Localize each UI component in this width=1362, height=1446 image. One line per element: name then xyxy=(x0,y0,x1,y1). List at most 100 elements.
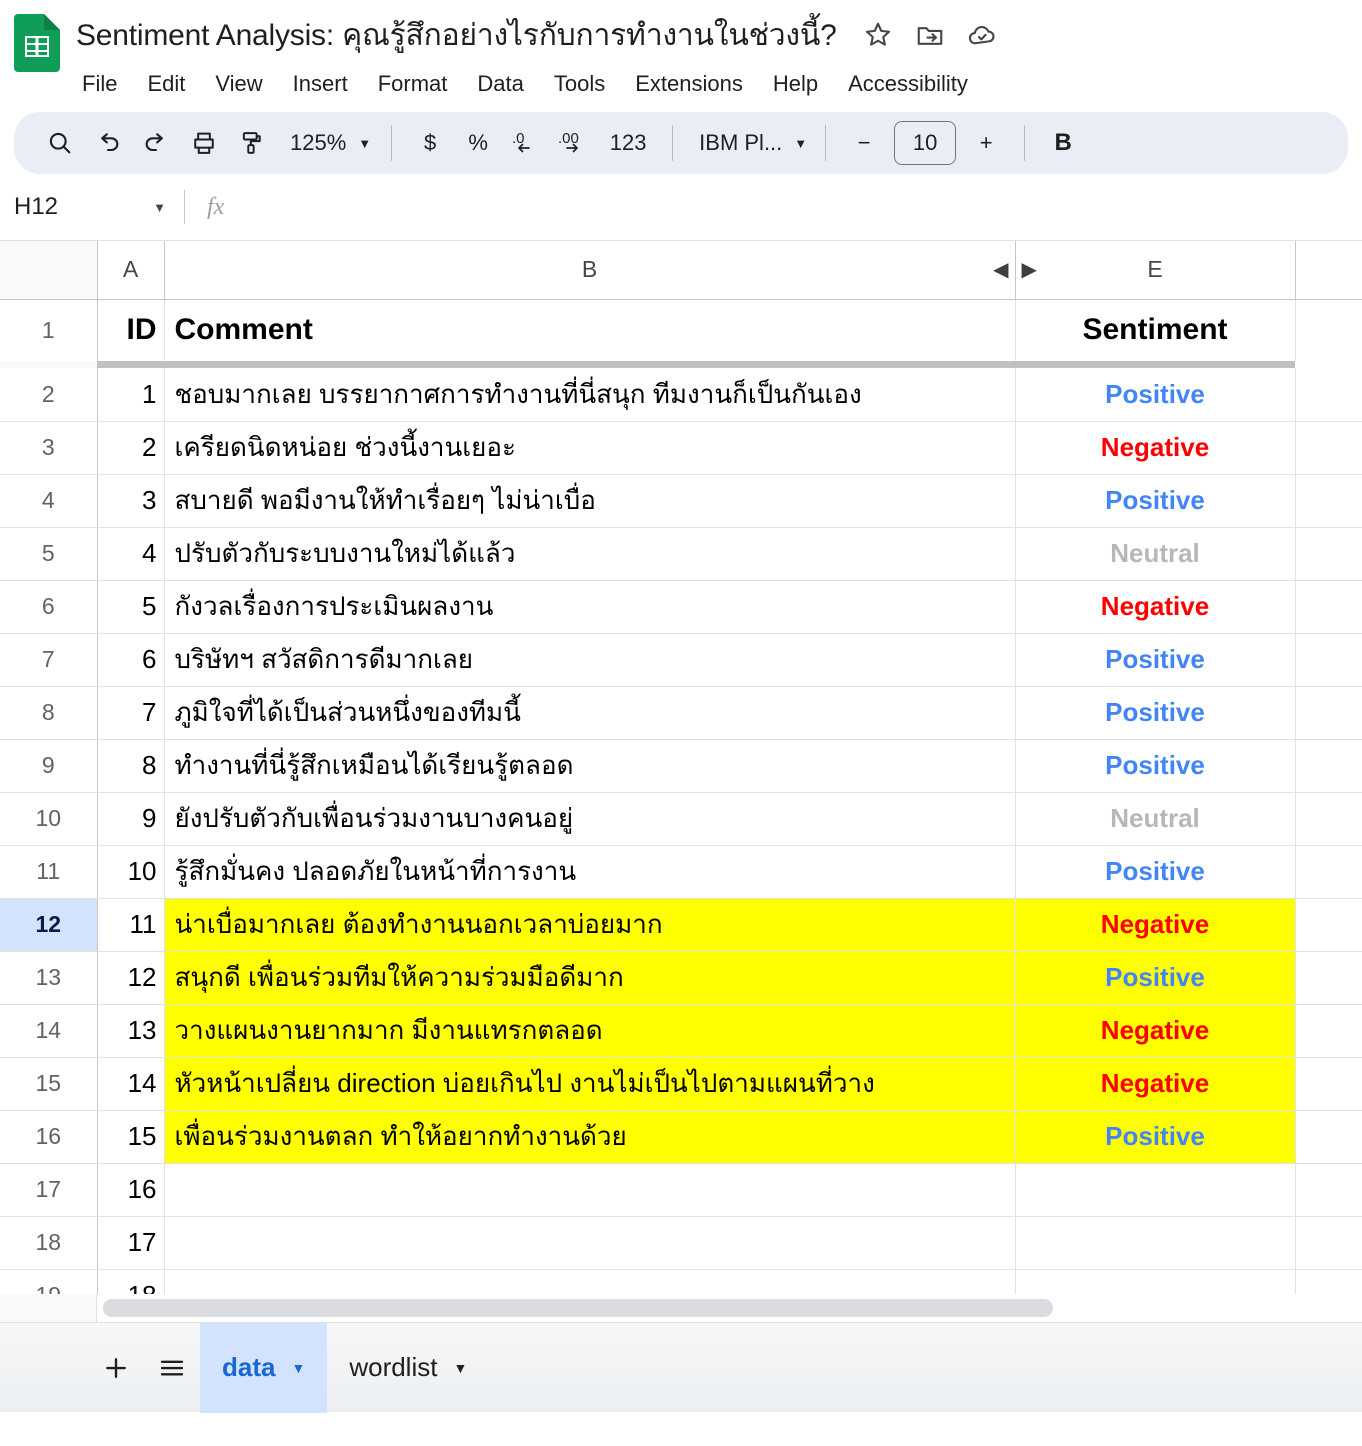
cell-b15-comment[interactable]: หัวหน้าเปลี่ยน direction บ่อยเกินไป งานไ… xyxy=(164,1057,1016,1111)
cell-e3-sentiment[interactable]: Negative xyxy=(1015,421,1296,475)
more-formats-button[interactable]: 123 xyxy=(598,119,658,167)
select-all-corner[interactable] xyxy=(0,241,98,300)
cell-a3-id[interactable]: 2 xyxy=(97,421,165,475)
cell-e18-sentiment[interactable] xyxy=(1015,1216,1296,1270)
font-size-input[interactable]: 10 xyxy=(894,121,957,165)
cell-a8-id[interactable]: 7 xyxy=(97,686,165,740)
column-header-a[interactable]: A xyxy=(97,241,165,300)
search-button[interactable] xyxy=(36,119,84,167)
cell-b9-comment[interactable]: ทำงานที่นี่รู้สึกเหมือนได้เรียนรู้ตลอด xyxy=(164,739,1016,793)
cell-e4-sentiment[interactable]: Positive xyxy=(1015,474,1296,528)
chevron-down-icon[interactable]: ▼ xyxy=(453,1361,467,1375)
cell-b14-comment[interactable]: วางแผนงานยากมาก มีงานแทรกตลอด xyxy=(164,1004,1016,1058)
paint-format-button[interactable] xyxy=(228,119,276,167)
document-title[interactable]: Sentiment Analysis: คุณรู้สึกอย่างไรกับก… xyxy=(76,12,837,59)
menu-item-tools[interactable]: Tools xyxy=(539,67,620,101)
row-header-11[interactable]: 11 xyxy=(0,845,98,899)
print-button[interactable] xyxy=(180,119,228,167)
cell-b3-comment[interactable]: เครียดนิดหน่อย ช่วงนี้งานเยอะ xyxy=(164,421,1016,475)
expand-right-arrow-icon[interactable]: ▶ xyxy=(1022,260,1037,280)
cell-a6-id[interactable]: 5 xyxy=(97,580,165,634)
cell-b2-comment[interactable]: ชอบมากเลย บรรยากาศการทำงานที่นี่สนุก ทีม… xyxy=(164,368,1016,422)
row-header-4[interactable]: 4 xyxy=(0,474,98,528)
cell-a16-id[interactable]: 15 xyxy=(97,1110,165,1164)
decrease-font-size-button[interactable]: − xyxy=(840,119,888,167)
row-header-8[interactable]: 8 xyxy=(0,686,98,740)
row-header-1[interactable]: 1 xyxy=(0,299,98,361)
menu-item-format[interactable]: Format xyxy=(363,67,463,101)
sheet-tab-wordlist[interactable]: wordlist ▼ xyxy=(327,1323,489,1413)
decrease-decimal-button[interactable]: .0 xyxy=(502,119,550,167)
cell-e10-sentiment[interactable]: Neutral xyxy=(1015,792,1296,846)
row-header-5[interactable]: 5 xyxy=(0,527,98,581)
cell-b6-comment[interactable]: กังวลเรื่องการประเมินผลงาน xyxy=(164,580,1016,634)
cell-a7-id[interactable]: 6 xyxy=(97,633,165,687)
cell-b17-comment[interactable] xyxy=(164,1163,1016,1217)
cell-b18-comment[interactable] xyxy=(164,1216,1016,1270)
row-header-15[interactable]: 15 xyxy=(0,1057,98,1111)
font-family-selector[interactable]: IBM Pl... ▼ xyxy=(687,121,811,165)
cell-a12-id[interactable]: 11 xyxy=(97,898,165,952)
cell-e16-sentiment[interactable]: Positive xyxy=(1015,1110,1296,1164)
cell-e17-sentiment[interactable] xyxy=(1015,1163,1296,1217)
row-header-9[interactable]: 9 xyxy=(0,739,98,793)
cell-a4-id[interactable]: 3 xyxy=(97,474,165,528)
cell-b11-comment[interactable]: รู้สึกมั่นคง ปลอดภัยในหน้าที่การงาน xyxy=(164,845,1016,899)
percent-format-button[interactable]: % xyxy=(454,119,502,167)
bold-button[interactable]: B xyxy=(1039,119,1087,167)
cell-b16-comment[interactable]: เพื่อนร่วมงานตลก ทำให้อยากทำงานด้วย xyxy=(164,1110,1016,1164)
cell-e8-sentiment[interactable]: Positive xyxy=(1015,686,1296,740)
cell-b12-comment[interactable]: น่าเบื่อมากเลย ต้องทำงานนอกเวลาบ่อยมาก xyxy=(164,898,1016,952)
row-header-16[interactable]: 16 xyxy=(0,1110,98,1164)
cell-e2-sentiment[interactable]: Positive xyxy=(1015,368,1296,422)
increase-decimal-button[interactable]: .00 xyxy=(550,119,598,167)
column-header-e[interactable]: ▶ E xyxy=(1015,241,1296,300)
cell-e13-sentiment[interactable]: Positive xyxy=(1015,951,1296,1005)
cell-b7-comment[interactable]: บริษัทฯ สวัสดิการดีมากเลย xyxy=(164,633,1016,687)
sheet-tab-data[interactable]: data ▼ xyxy=(200,1322,328,1413)
row-header-2[interactable]: 2 xyxy=(0,368,98,422)
cell-a5-id[interactable]: 4 xyxy=(97,527,165,581)
redo-button[interactable] xyxy=(132,119,180,167)
cell-a15-id[interactable]: 14 xyxy=(97,1057,165,1111)
cell-e9-sentiment[interactable]: Positive xyxy=(1015,739,1296,793)
cloud-saved-icon[interactable] xyxy=(967,20,997,50)
chevron-down-icon[interactable]: ▼ xyxy=(291,1361,305,1375)
cell-a18-id[interactable]: 17 xyxy=(97,1216,165,1270)
zoom-selector[interactable]: 125% ▼ xyxy=(276,121,377,165)
cell-e5-sentiment[interactable]: Neutral xyxy=(1015,527,1296,581)
cell-a13-id[interactable]: 12 xyxy=(97,951,165,1005)
cell-b1-comment-header[interactable]: Comment xyxy=(164,299,1016,361)
cell-a17-id[interactable]: 16 xyxy=(97,1163,165,1217)
cell-e7-sentiment[interactable]: Positive xyxy=(1015,633,1296,687)
name-box[interactable]: H12 ▼ xyxy=(14,193,184,221)
horizontal-scrollbar[interactable] xyxy=(0,1294,1362,1322)
row-header-14[interactable]: 14 xyxy=(0,1004,98,1058)
row-header-7[interactable]: 7 xyxy=(0,633,98,687)
menu-item-file[interactable]: File xyxy=(76,67,132,101)
cell-a11-id[interactable]: 10 xyxy=(97,845,165,899)
formula-input[interactable] xyxy=(224,187,1362,227)
cell-e15-sentiment[interactable]: Negative xyxy=(1015,1057,1296,1111)
move-to-folder-icon[interactable] xyxy=(915,20,945,50)
cell-a1-id-header[interactable]: ID xyxy=(97,299,165,361)
cell-e12-sentiment[interactable]: Negative xyxy=(1015,898,1296,952)
cell-a9-id[interactable]: 8 xyxy=(97,739,165,793)
undo-button[interactable] xyxy=(84,119,132,167)
menu-item-data[interactable]: Data xyxy=(462,67,538,101)
cell-e6-sentiment[interactable]: Negative xyxy=(1015,580,1296,634)
cell-a10-id[interactable]: 9 xyxy=(97,792,165,846)
row-header-18[interactable]: 18 xyxy=(0,1216,98,1270)
menu-item-insert[interactable]: Insert xyxy=(278,67,363,101)
menu-item-edit[interactable]: Edit xyxy=(132,67,200,101)
row-header-10[interactable]: 10 xyxy=(0,792,98,846)
cell-e11-sentiment[interactable]: Positive xyxy=(1015,845,1296,899)
cell-a2-id[interactable]: 1 xyxy=(97,368,165,422)
cell-a14-id[interactable]: 13 xyxy=(97,1004,165,1058)
cell-b5-comment[interactable]: ปรับตัวกับระบบงานใหม่ได้แล้ว xyxy=(164,527,1016,581)
row-header-3[interactable]: 3 xyxy=(0,421,98,475)
row-header-13[interactable]: 13 xyxy=(0,951,98,1005)
column-header-b[interactable]: B ◀ xyxy=(164,241,1016,300)
currency-format-button[interactable]: $ xyxy=(406,119,454,167)
collapse-left-arrow-icon[interactable]: ◀ xyxy=(993,260,1008,280)
